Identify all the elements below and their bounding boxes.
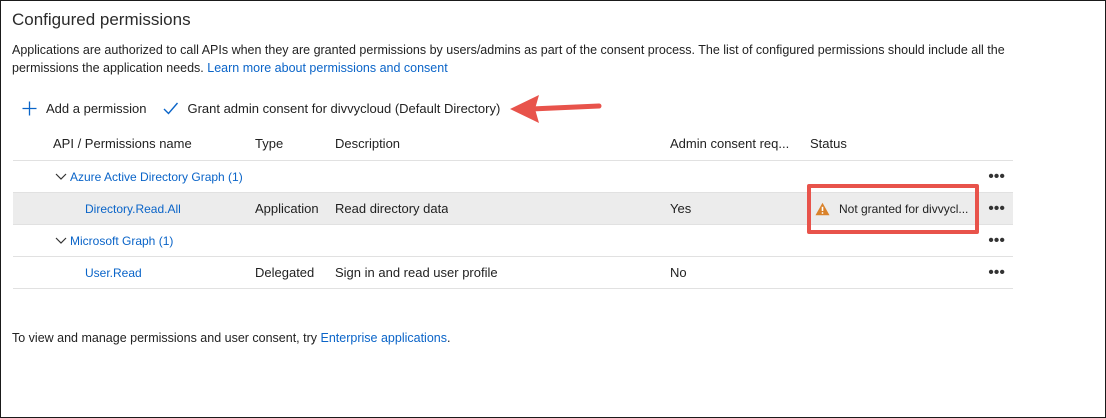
chevron-down-icon[interactable] <box>55 173 67 181</box>
permission-description: Sign in and read user profile <box>335 265 498 280</box>
permission-name[interactable]: Directory.Read.All <box>85 193 181 224</box>
admin-consent-required: No <box>670 265 687 280</box>
header-status: Status <box>810 136 847 151</box>
footer-note: To view and manage permissions and user … <box>12 331 450 345</box>
table-header: API / Permissions name Type Description … <box>13 127 1013 161</box>
description-text: Applications are authorized to call APIs… <box>12 43 1005 75</box>
footer-suffix: . <box>446 331 451 345</box>
plus-icon <box>22 101 37 115</box>
learn-more-link[interactable]: Learn more about permissions and consent <box>207 61 447 75</box>
more-icon[interactable]: ••• <box>988 257 1005 288</box>
group-name[interactable]: Microsoft Graph (1) <box>70 234 173 248</box>
section-title: Configured permissions <box>12 10 191 29</box>
footer-text: To view and manage permissions and user … <box>12 331 318 345</box>
enterprise-applications-link[interactable]: Enterprise applications <box>321 331 447 345</box>
header-api: API / Permissions name <box>53 136 192 151</box>
permission-type: Application <box>255 201 319 216</box>
annotation-arrow <box>510 95 602 123</box>
header-description: Description <box>335 136 401 151</box>
checkmark-icon <box>163 102 179 115</box>
add-permission-label: Add a permission <box>46 100 147 116</box>
admin-consent-required: Yes <box>670 201 692 216</box>
permission-name[interactable]: User.Read <box>85 257 142 288</box>
group-name[interactable]: Azure Active Directory Graph (1) <box>70 170 243 184</box>
annotation-highlight-box <box>807 184 979 234</box>
chevron-down-icon[interactable] <box>55 237 67 245</box>
grant-admin-consent-label: Grant admin consent for divvycloud (Defa… <box>187 100 501 116</box>
header-admin-consent: Admin consent req... <box>670 136 790 151</box>
more-icon[interactable]: ••• <box>988 161 1005 192</box>
grant-admin-consent-button[interactable]: Grant admin consent for divvycloud (Defa… <box>162 100 500 117</box>
table-row[interactable]: User.Read Delegated Sign in and read use… <box>13 257 1013 289</box>
permission-type: Delegated <box>255 265 315 280</box>
header-type: Type <box>255 136 284 151</box>
configured-permissions-panel: Configured permissions Applications are … <box>0 0 1106 418</box>
more-icon[interactable]: ••• <box>988 193 1005 224</box>
permissions-toolbar: Add a permission Grant admin consent for… <box>21 97 500 119</box>
section-description: Applications are authorized to call APIs… <box>12 41 1022 77</box>
permission-description: Read directory data <box>335 201 449 216</box>
add-permission-button[interactable]: Add a permission <box>21 100 146 117</box>
more-icon[interactable]: ••• <box>988 225 1005 256</box>
